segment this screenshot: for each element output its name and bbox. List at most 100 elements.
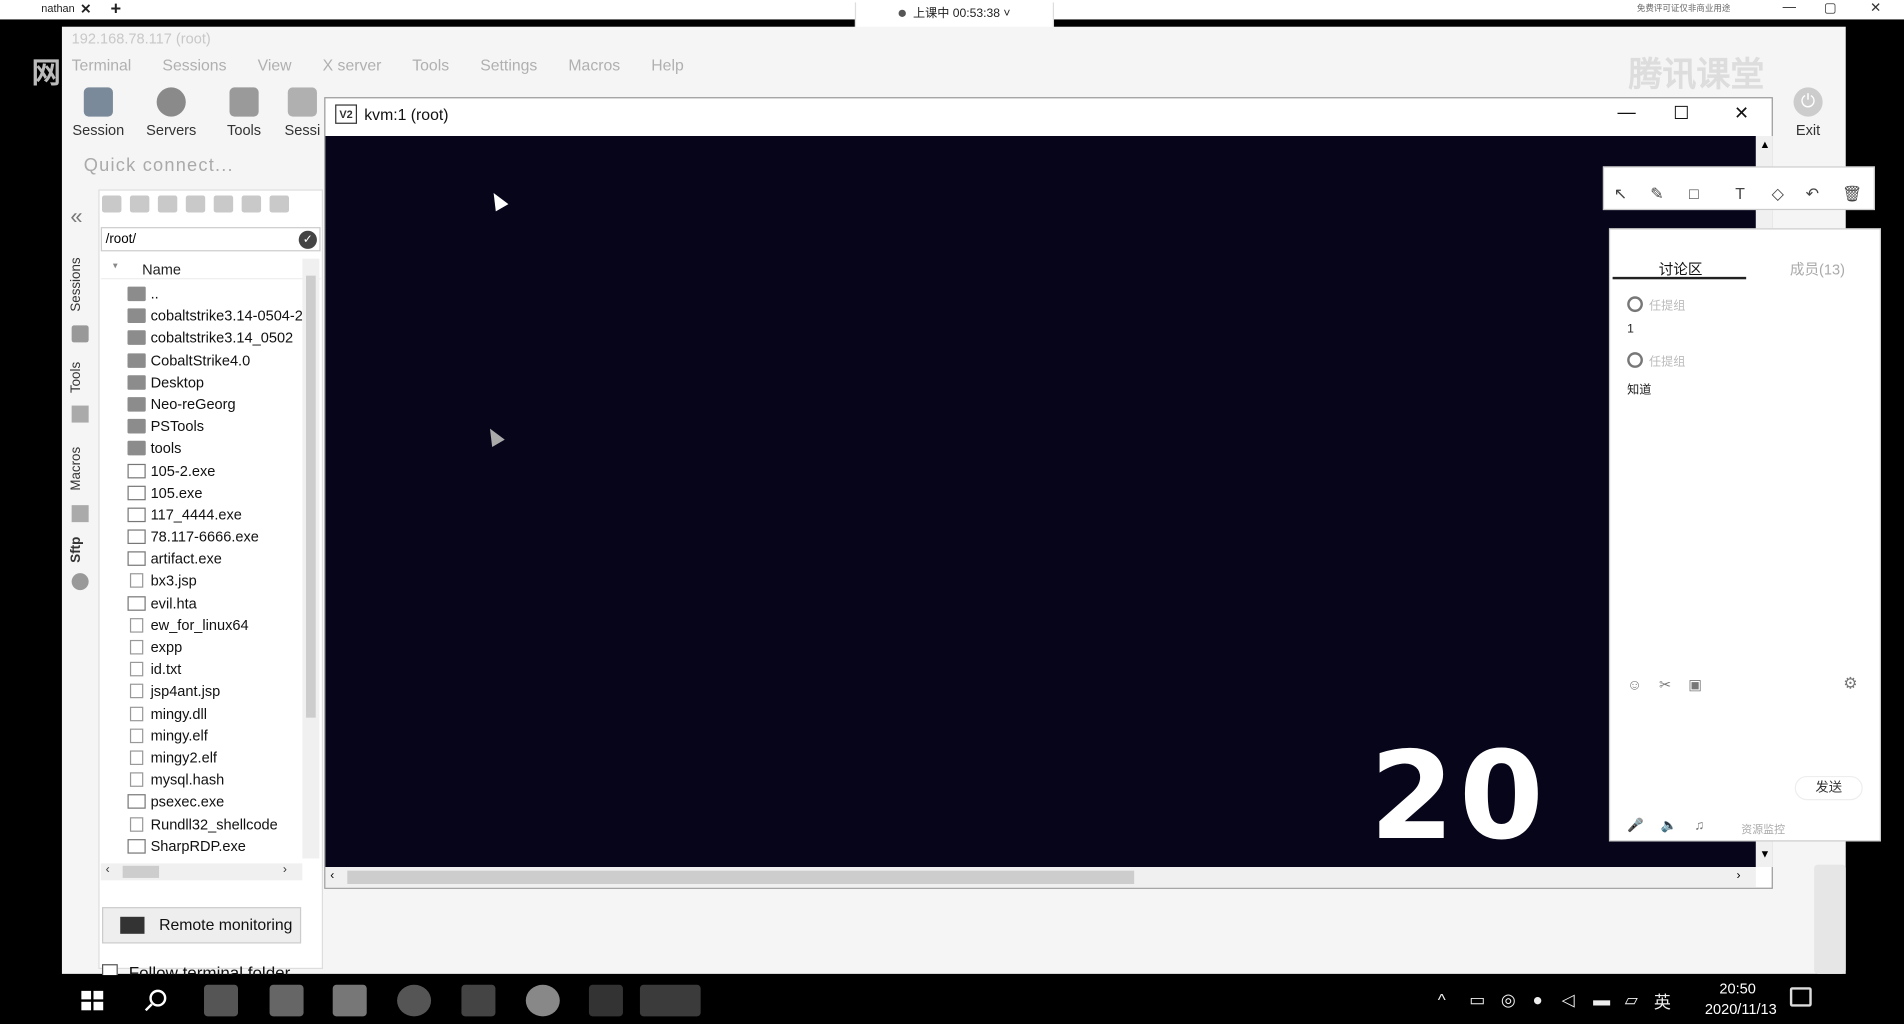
scroll-down-icon[interactable]: ▼ [1760, 848, 1771, 860]
file-row[interactable]: CobaltStrike4.0 [101, 349, 303, 371]
chrome-icon[interactable] [525, 984, 560, 1017]
file-list-header[interactable]: ▾ Name [100, 259, 321, 280]
scroll-left-icon[interactable]: ‹ [106, 863, 110, 876]
new-file-icon[interactable] [241, 195, 262, 213]
file-row[interactable]: SharpRDP.exe [101, 835, 303, 857]
file-row[interactable]: 117_4444.exe [101, 504, 303, 526]
edge-browser-icon[interactable] [397, 984, 432, 1017]
quick-connect-input[interactable]: Quick connect... [84, 155, 234, 176]
new-folder-icon[interactable] [213, 195, 234, 213]
file-row[interactable]: expp [101, 636, 303, 658]
vnc-hscrollbar[interactable]: ‹ › [325, 867, 1756, 888]
recording-indicator[interactable]: 上课中 00:53:38 ˅ [854, 2, 1055, 30]
notification-icon[interactable] [1789, 987, 1812, 1007]
menu-macros[interactable]: Macros [568, 56, 620, 74]
app-icon[interactable] [204, 984, 239, 1017]
chevron-up-icon[interactable]: ^ [1438, 990, 1446, 1009]
menu-settings[interactable]: Settings [480, 56, 537, 74]
file-row[interactable]: mingy.elf [101, 725, 303, 747]
file-row[interactable]: Desktop [101, 371, 303, 393]
scroll-right-icon[interactable]: › [283, 863, 287, 876]
close-button[interactable]: ✕ [1870, 0, 1881, 16]
vnc-close-button[interactable]: ✕ [1734, 102, 1749, 124]
scroll-up-icon[interactable]: ▲ [1760, 138, 1771, 150]
menu-tools[interactable]: Tools [412, 56, 449, 74]
file-row[interactable]: 78.117-6666.exe [101, 526, 303, 548]
rectangle-icon[interactable]: □ [1689, 185, 1699, 203]
checkmark-icon[interactable]: ✓ [298, 230, 317, 249]
download-icon[interactable] [129, 195, 150, 213]
path-field[interactable]: /root/ ✓ [100, 227, 321, 252]
eraser-icon[interactable]: ◇ [1772, 185, 1784, 204]
ime-indicator[interactable]: 英 [1654, 990, 1671, 1014]
file-list-scrollbar[interactable] [302, 258, 320, 859]
session-button[interactable]: Session [66, 87, 132, 138]
volume-icon[interactable]: ◁ [1562, 990, 1575, 1011]
minimize-button[interactable]: — [1783, 0, 1796, 15]
delete-icon[interactable] [269, 195, 290, 213]
tab-close-icon[interactable]: ✕ [80, 1, 91, 17]
menu-sessions[interactable]: Sessions [162, 56, 226, 74]
servers-button[interactable]: Servers [138, 87, 204, 138]
side-gadget[interactable] [1814, 864, 1846, 974]
undo-icon[interactable]: ↶ [1806, 185, 1819, 204]
file-row[interactable]: mingy.dll [101, 703, 303, 725]
file-row[interactable]: .. [101, 283, 303, 305]
file-row[interactable]: id.txt [101, 658, 303, 680]
windows-start-icon[interactable] [75, 985, 109, 1017]
emoji-icon[interactable]: ☺ [1627, 676, 1642, 693]
wifi-icon[interactable]: ▱ [1625, 990, 1638, 1011]
tab-members[interactable]: 成员(13) [1790, 259, 1845, 280]
pen-icon[interactable]: ✎ [1650, 185, 1663, 204]
menu-view[interactable]: View [258, 56, 292, 74]
file-row[interactable]: 105.exe [101, 482, 303, 504]
scrollbar-thumb[interactable] [306, 275, 316, 718]
file-row[interactable]: artifact.exe [101, 548, 303, 570]
file-row[interactable]: mingy2.elf [101, 747, 303, 769]
file-explorer-icon[interactable] [332, 984, 367, 1017]
vnc-viewer-taskbar-icon[interactable] [639, 984, 701, 1017]
pointer-icon[interactable]: ↖ [1614, 185, 1627, 204]
file-row[interactable]: cobaltstrike3.14_0502 [101, 327, 303, 349]
side-tab-sessions[interactable]: Sessions [69, 257, 91, 311]
app-icon[interactable] [461, 984, 496, 1017]
network-icon[interactable]: ▭ [1469, 990, 1485, 1011]
file-row[interactable]: evil.hta [101, 592, 303, 614]
task-view-icon[interactable] [269, 984, 304, 1017]
resource-monitor[interactable]: 资源监控 [1741, 821, 1785, 837]
home-icon[interactable] [185, 195, 206, 213]
taskbar-clock[interactable]: 20:50 2020/11/13 [1705, 979, 1777, 1020]
battery-icon[interactable]: ▬ [1593, 990, 1610, 1009]
search-icon[interactable] [138, 985, 172, 1017]
side-tab-macros[interactable]: Macros [69, 447, 91, 491]
remote-screen[interactable]: 20 : [325, 136, 1756, 868]
collapse-icon[interactable]: « [70, 204, 82, 230]
scroll-right-icon[interactable]: › [1736, 869, 1740, 882]
file-row[interactable]: cobaltstrike3.14-0504-2 [101, 305, 302, 327]
tools-button[interactable]: Tools [211, 87, 277, 138]
file-row[interactable]: psexec.exe [101, 791, 303, 813]
menu-help[interactable]: Help [651, 56, 683, 74]
send-button[interactable]: 发送 [1794, 775, 1863, 801]
file-row[interactable]: Neo-reGeorg [101, 393, 303, 415]
vnc-maximize-button[interactable]: ☐ [1673, 102, 1689, 124]
file-row[interactable]: jsp4ant.jsp [101, 680, 303, 702]
file-row[interactable]: bx3.jsp [101, 570, 303, 592]
menu-terminal[interactable]: Terminal [72, 56, 132, 74]
file-row[interactable]: PSTools [101, 415, 303, 437]
menu-x-server[interactable]: X server [323, 56, 382, 74]
speaker-icon[interactable]: 🔈 [1661, 818, 1678, 833]
sessions-button[interactable]: Sessi [281, 87, 325, 138]
upload-icon[interactable] [157, 195, 178, 213]
file-row[interactable]: ew_for_linux64 [101, 614, 303, 636]
scroll-left-icon[interactable]: ‹ [330, 869, 334, 882]
maximize-button[interactable]: ▢ [1824, 0, 1837, 16]
trash-icon[interactable]: 🗑 [1842, 185, 1862, 204]
hscroll-thumb[interactable] [347, 870, 1135, 885]
vnc-minimize-button[interactable]: — [1617, 102, 1635, 123]
side-tab-sftp[interactable]: Sftp [69, 537, 91, 563]
file-row[interactable]: mysql.hash [101, 769, 303, 791]
gear-icon[interactable]: ⚙ [1843, 674, 1857, 693]
microphone-icon[interactable]: 🎤 [1627, 818, 1644, 833]
scissors-icon[interactable]: ✂ [1659, 676, 1671, 693]
